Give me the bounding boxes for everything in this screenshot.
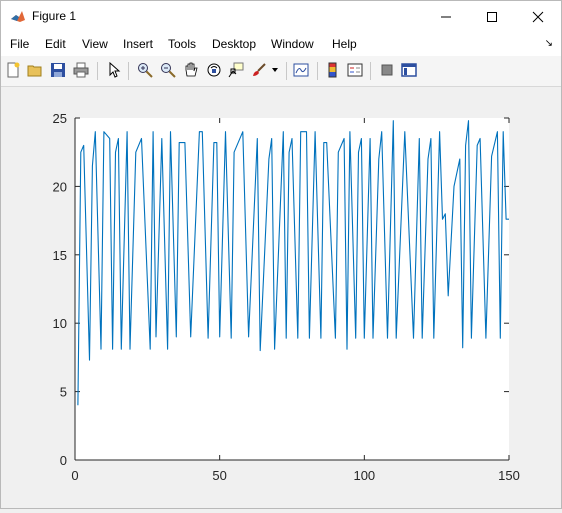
- link-plot-icon: [293, 63, 309, 77]
- menu-dock-arrow-icon[interactable]: ↘: [545, 38, 553, 49]
- data-cursor-icon: [228, 62, 244, 78]
- toolbar-separator: [286, 62, 287, 80]
- title-bar: Figure 1: [1, 1, 561, 32]
- brush-dropdown-icon: [272, 68, 278, 72]
- save-button[interactable]: [48, 60, 68, 80]
- x-tick-label: 0: [71, 468, 78, 483]
- plot-area: [75, 118, 509, 460]
- hide-plot-tools-button[interactable]: [377, 60, 397, 80]
- menu-tools[interactable]: Tools: [168, 37, 196, 51]
- y-tick-label: 25: [53, 111, 67, 126]
- zoom-in-icon: [138, 63, 153, 78]
- minimize-icon: [441, 16, 451, 17]
- line-chart: 0 50 100 150 0 5 10 15 20 25: [53, 111, 520, 483]
- rotate-3d-icon: [207, 63, 221, 77]
- menu-bar: File Edit View Insert Tools Desktop Wind…: [1, 32, 561, 56]
- y-tick-label: 0: [60, 453, 67, 468]
- menu-help[interactable]: Help: [332, 37, 357, 51]
- colorbar-icon: [328, 62, 337, 78]
- show-plot-tools-button[interactable]: [399, 60, 419, 80]
- figure-toolbar: [1, 56, 561, 87]
- colorbar-button[interactable]: [323, 60, 343, 80]
- toolbar-separator: [128, 62, 129, 80]
- show-plot-tools-icon: [401, 63, 417, 77]
- rotate-3d-button[interactable]: [204, 60, 224, 80]
- matlab-icon: [10, 9, 26, 25]
- legend-button[interactable]: [345, 60, 365, 80]
- x-tick-label: 50: [212, 468, 226, 483]
- print-button[interactable]: [71, 60, 91, 80]
- maximize-icon: [487, 11, 497, 22]
- save-icon: [51, 63, 65, 77]
- pan-button[interactable]: [181, 60, 201, 80]
- open-file-icon: [27, 65, 42, 77]
- maximize-button[interactable]: [469, 1, 515, 32]
- y-tick-label: 20: [53, 179, 67, 194]
- toolbar-separator: [370, 62, 371, 80]
- figure-canvas: 0 50 100 150 0 5 10 15 20 25: [1, 87, 561, 508]
- pointer-icon: [109, 62, 121, 78]
- close-icon: [532, 11, 544, 22]
- menu-desktop[interactable]: Desktop: [212, 37, 256, 51]
- x-tick-label: 100: [353, 468, 375, 483]
- menu-view[interactable]: View: [82, 37, 108, 51]
- menu-file[interactable]: File: [10, 37, 29, 51]
- figure-window: Figure 1 File Edit View Insert Tools Des…: [0, 0, 562, 509]
- window-title: Figure 1: [32, 9, 77, 23]
- hide-plot-tools-icon: [381, 64, 393, 76]
- pan-icon: [185, 62, 198, 77]
- new-figure-button[interactable]: [3, 60, 23, 80]
- print-icon: [73, 62, 89, 78]
- menu-edit[interactable]: Edit: [45, 37, 66, 51]
- minimize-button[interactable]: [423, 1, 469, 32]
- brush-dropdown-button[interactable]: [269, 60, 281, 80]
- y-tick-label: 10: [53, 316, 67, 331]
- new-figure-icon: [7, 62, 20, 78]
- open-file-button[interactable]: [25, 60, 45, 80]
- x-tick-label: 150: [498, 468, 520, 483]
- zoom-out-button[interactable]: [158, 60, 178, 80]
- brush-icon: [253, 63, 266, 76]
- taskbar-fragment: [1, 503, 561, 509]
- toolbar-separator: [97, 62, 98, 80]
- y-tick-label: 15: [53, 248, 67, 263]
- close-button[interactable]: [515, 1, 561, 32]
- toolbar-separator: [317, 62, 318, 80]
- menu-insert[interactable]: Insert: [123, 37, 153, 51]
- y-tick-label: 5: [60, 385, 67, 400]
- zoom-out-icon: [161, 63, 176, 78]
- legend-icon: [347, 63, 363, 77]
- brush-button[interactable]: [249, 60, 269, 80]
- data-cursor-button[interactable]: [226, 60, 246, 80]
- pointer-button[interactable]: [104, 60, 124, 80]
- link-plot-button[interactable]: [291, 60, 311, 80]
- zoom-in-button[interactable]: [135, 60, 155, 80]
- menu-window[interactable]: Window: [271, 37, 314, 51]
